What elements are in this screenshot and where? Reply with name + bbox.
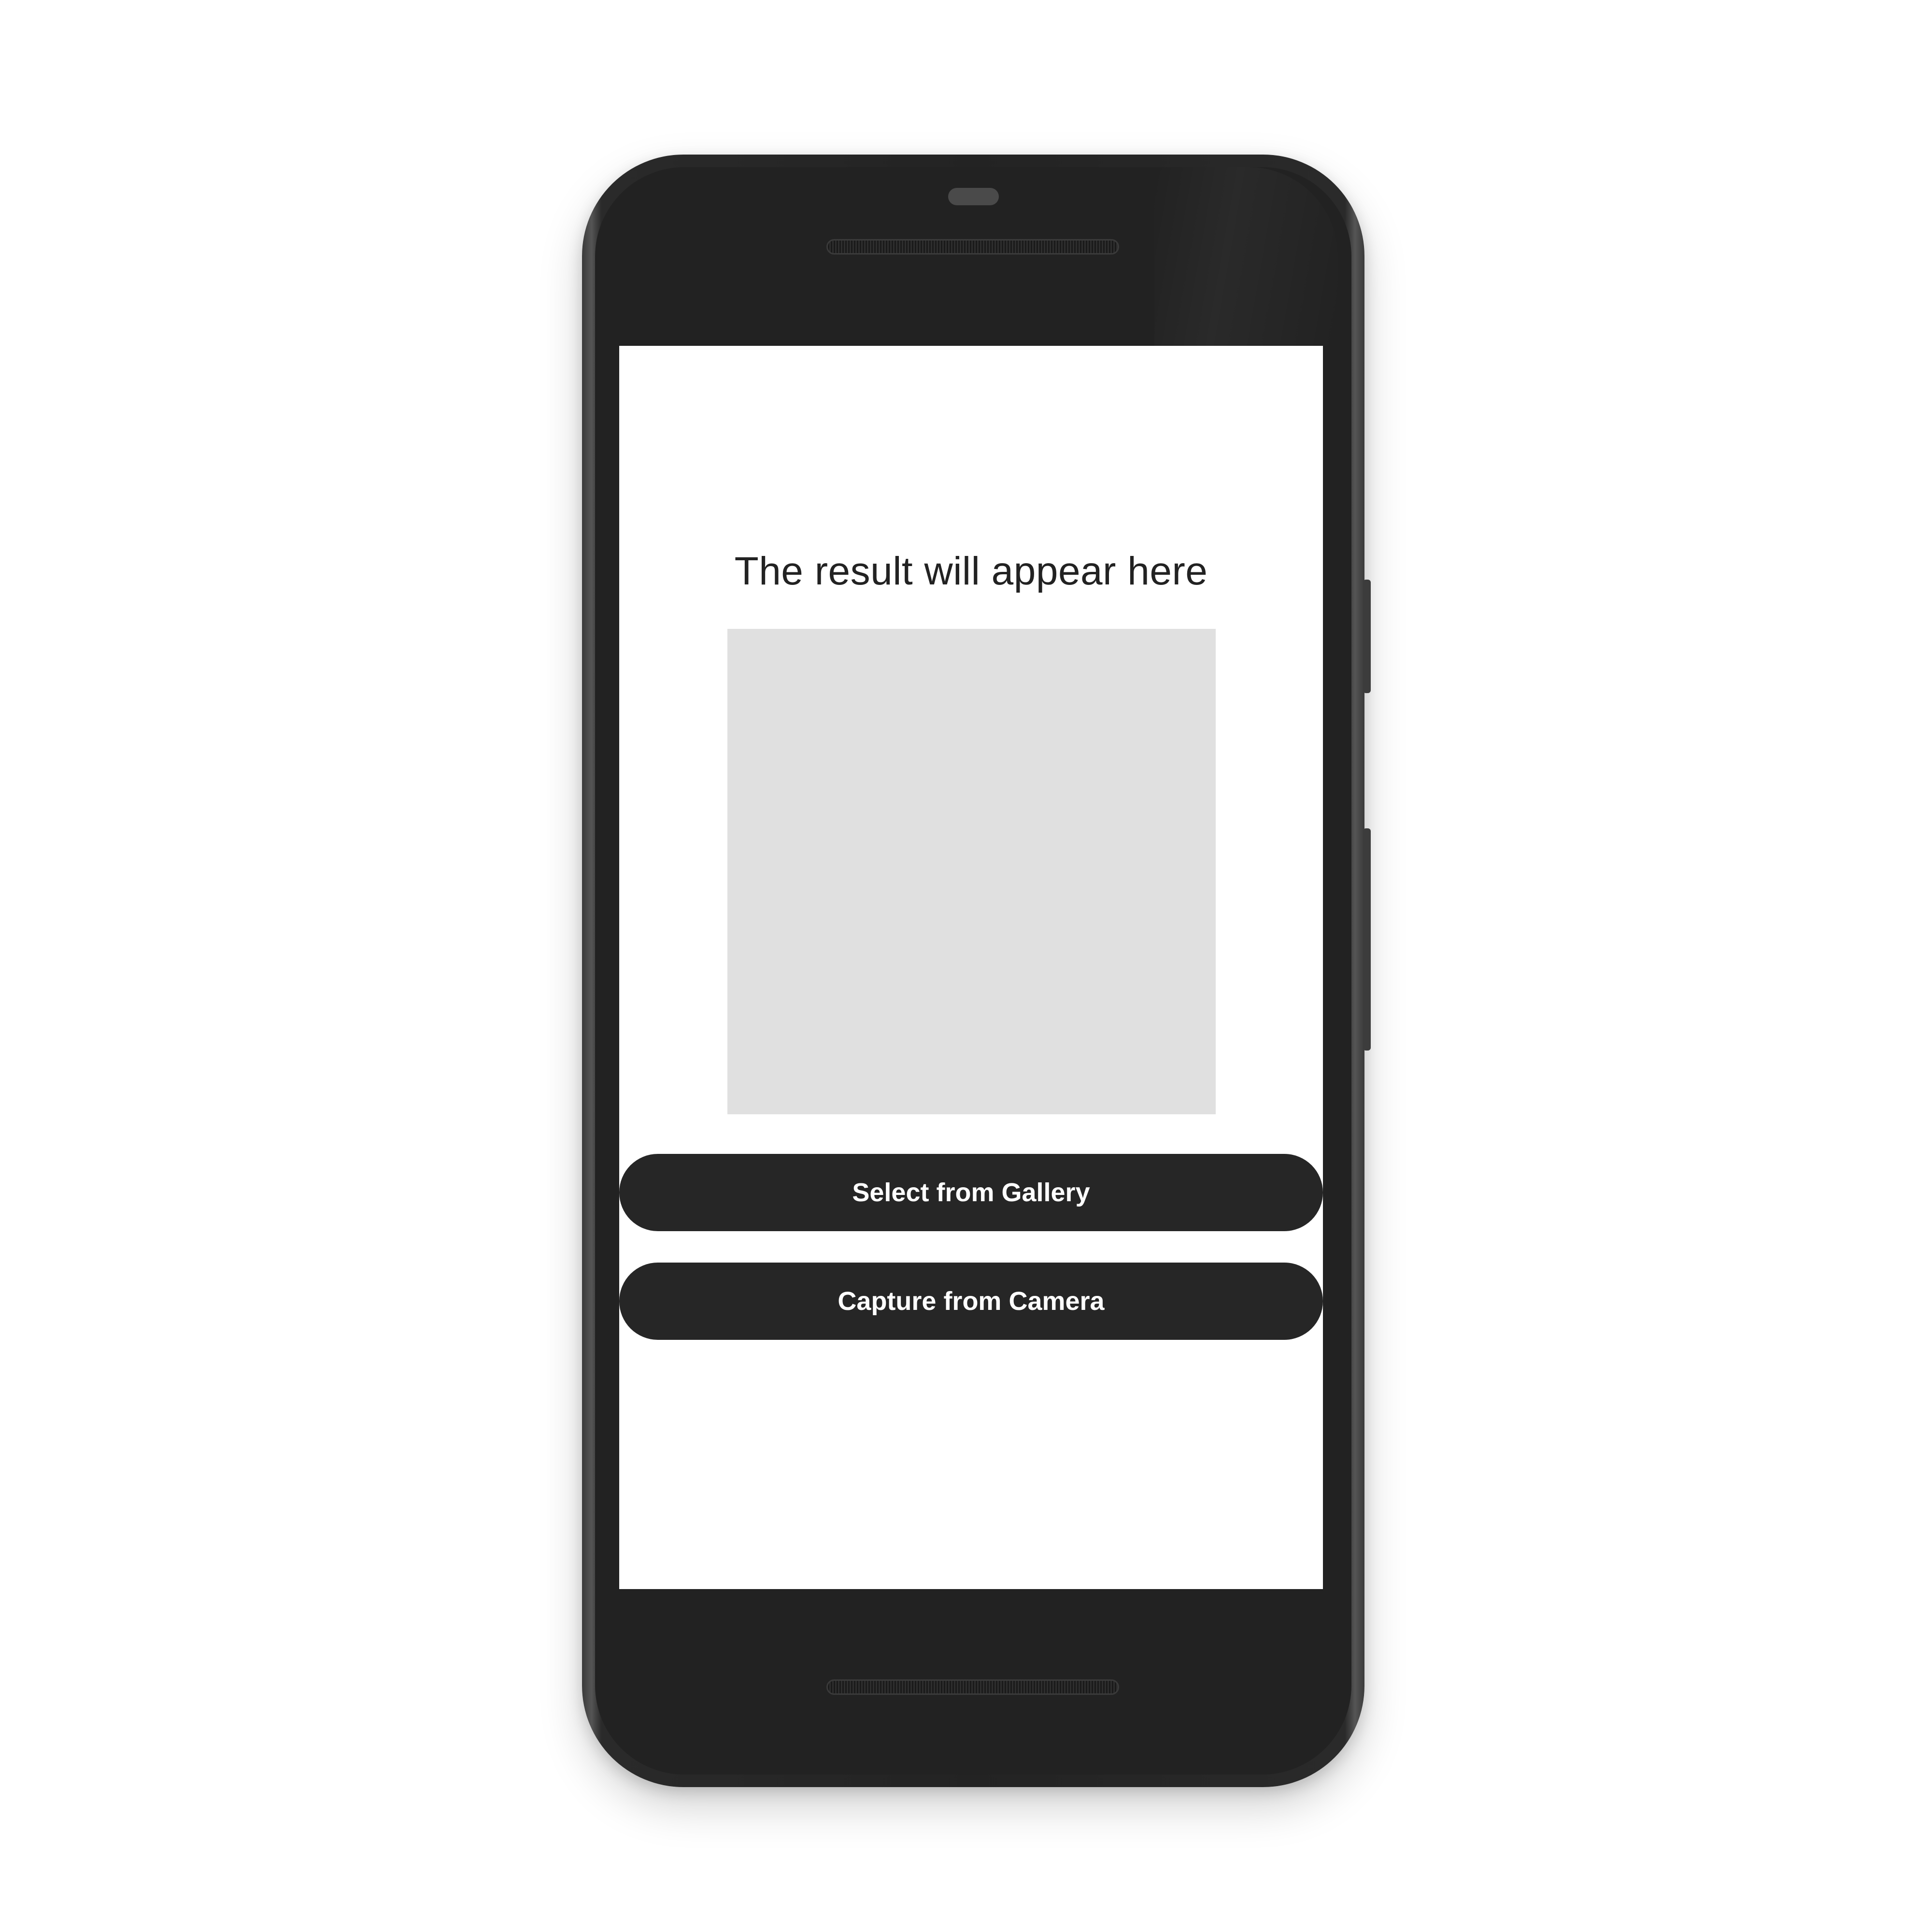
result-placeholder-text: The result will appear here	[734, 549, 1208, 593]
capture-from-camera-button[interactable]: Capture from Camera	[619, 1263, 1323, 1340]
stage: The result will appear here Select from …	[0, 0, 1932, 1932]
result-image-placeholder	[727, 629, 1216, 1114]
earpiece-speaker-icon	[826, 239, 1119, 255]
select-from-gallery-button[interactable]: Select from Gallery	[619, 1154, 1323, 1231]
volume-button[interactable]	[1363, 828, 1371, 1051]
proximity-sensor-icon	[948, 188, 999, 205]
glass-glare	[1154, 167, 1338, 346]
bottom-speaker-icon	[826, 1679, 1119, 1695]
app-screen: The result will appear here Select from …	[619, 346, 1323, 1589]
power-button[interactable]	[1363, 580, 1371, 693]
